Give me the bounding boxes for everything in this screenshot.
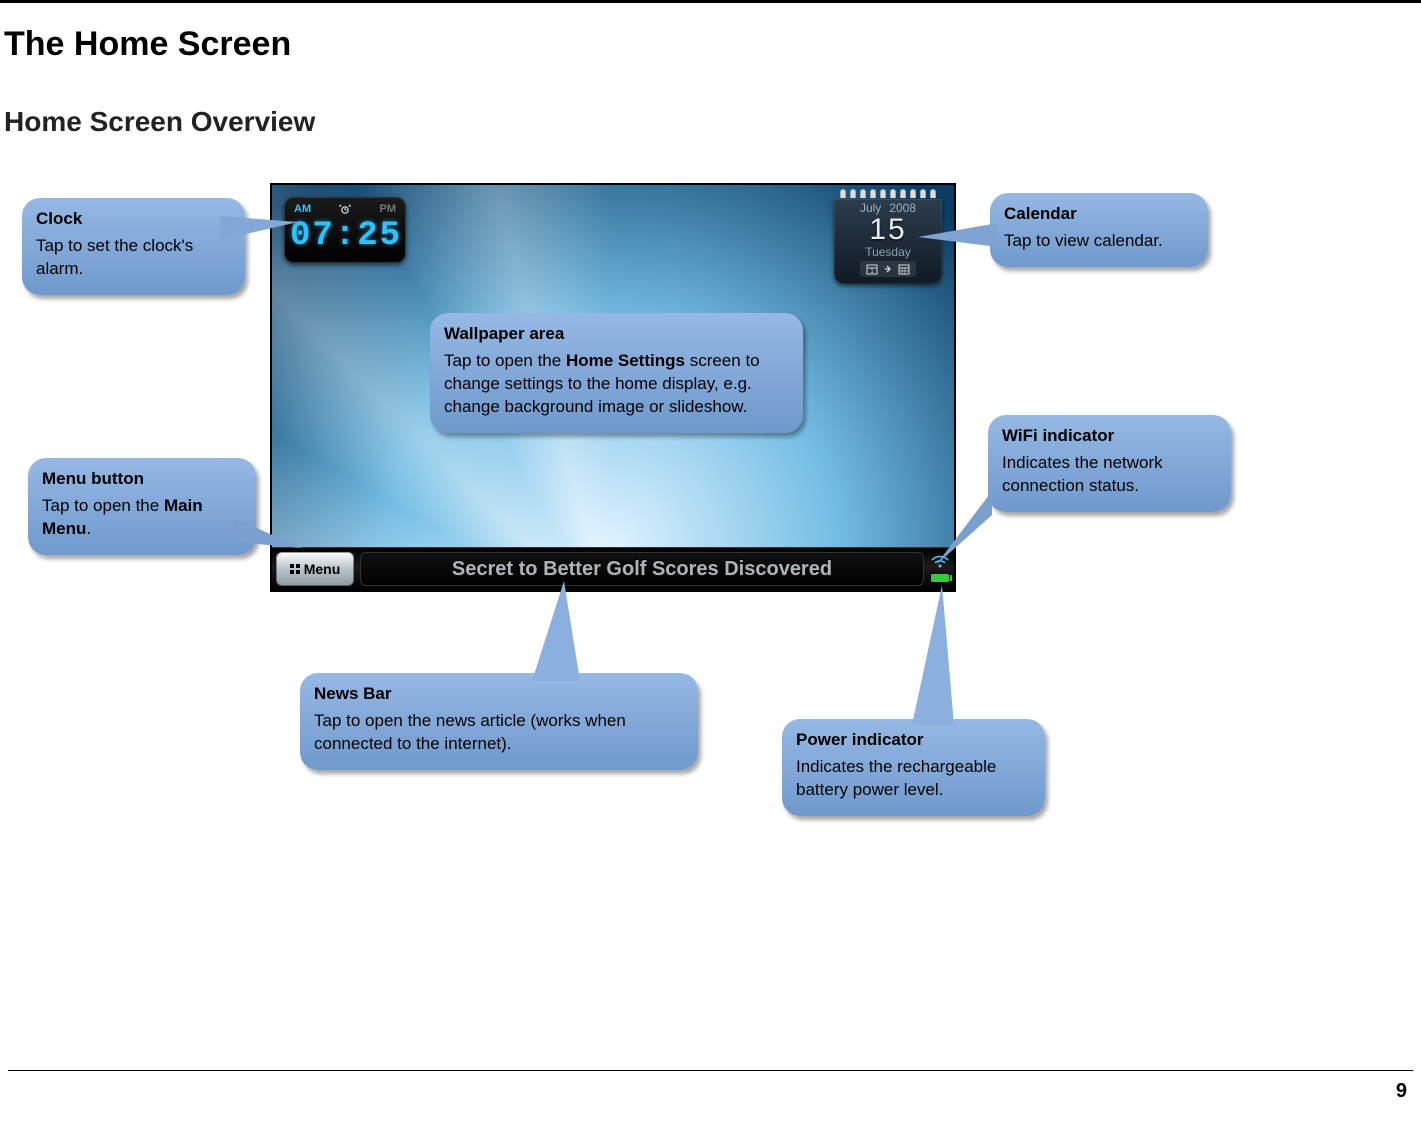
calendar-day-number: 15 [838,215,938,245]
callout-wifi: WiFi indicator Indicates the network con… [988,415,1231,512]
callout-calendar: Calendar Tap to view calendar. [990,193,1208,267]
clock-ampm-row: AM PM [290,201,400,217]
status-indicators [926,548,954,590]
alarm-icon [339,203,351,215]
news-headline: Secret to Better Golf Scores Discovered [452,558,832,581]
callout-wallpaper-body: Tap to open the Home Settings screen to … [444,351,760,416]
menu-grid-icon [290,564,300,574]
callout-calendar-body: Tap to view calendar. [1004,231,1163,250]
taskbar: Menu Secret to Better Golf Scores Discov… [272,547,954,590]
page-number: 9 [1396,1080,1407,1103]
callout-power-title: Power indicator [796,729,1031,752]
callout-menu-body: Tap to open the Main Menu. [42,496,203,538]
menu-button-label: Menu [304,561,341,577]
callout-wifi-body: Indicates the network connection status. [1002,453,1163,495]
calendar-grid-icon [898,263,910,275]
callout-menu-title: Menu button [42,468,242,491]
callout-clock: Clock Tap to set the clock's alarm. [22,198,245,295]
calendar-widget[interactable]: July 2008 15 Tuesday 1 [834,189,942,284]
calendar-body: July 2008 15 Tuesday 1 [834,199,942,284]
callout-tail-icon [902,585,972,725]
callout-power: Power indicator Indicates the rechargeab… [782,719,1045,816]
footer-rule [8,1070,1413,1071]
callout-wallpaper-title: Wallpaper area [444,323,789,346]
calendar-spiral-icon [834,189,942,199]
callout-news: News Bar Tap to open the news article (w… [300,673,698,770]
callout-clock-body: Tap to set the clock's alarm. [36,236,193,278]
document-page: The Home Screen Home Screen Overview AM … [0,0,1421,1121]
callout-wifi-title: WiFi indicator [1002,425,1217,448]
pm-label: PM [379,203,396,215]
power-indicator-icon [930,573,950,583]
callout-calendar-title: Calendar [1004,203,1194,226]
wifi-indicator-icon [930,555,950,569]
calendar-page-icon: 1 [866,263,878,275]
callout-news-body: Tap to open the news article (works when… [314,711,626,753]
calendar-sync-icon[interactable]: 1 [860,261,916,277]
heading-level-1: The Home Screen [4,25,1421,64]
am-label: AM [294,203,311,215]
news-bar[interactable]: Secret to Better Golf Scores Discovered [360,552,924,586]
callout-tail-icon [520,581,600,681]
callout-menu: Menu button Tap to open the Main Menu. [28,458,256,555]
menu-button[interactable]: Menu [276,552,354,586]
heading-level-2: Home Screen Overview [4,106,1421,138]
callout-clock-title: Clock [36,208,231,231]
callout-wallpaper: Wallpaper area Tap to open the Home Sett… [430,313,803,433]
callout-power-body: Indicates the rechargeable battery power… [796,757,996,799]
callout-news-title: News Bar [314,683,684,706]
calendar-day-name: Tuesday [838,245,938,259]
arrow-right-icon [884,265,892,273]
clock-time: 07:25 [290,217,400,255]
clock-widget[interactable]: AM PM 07:25 [284,197,406,263]
